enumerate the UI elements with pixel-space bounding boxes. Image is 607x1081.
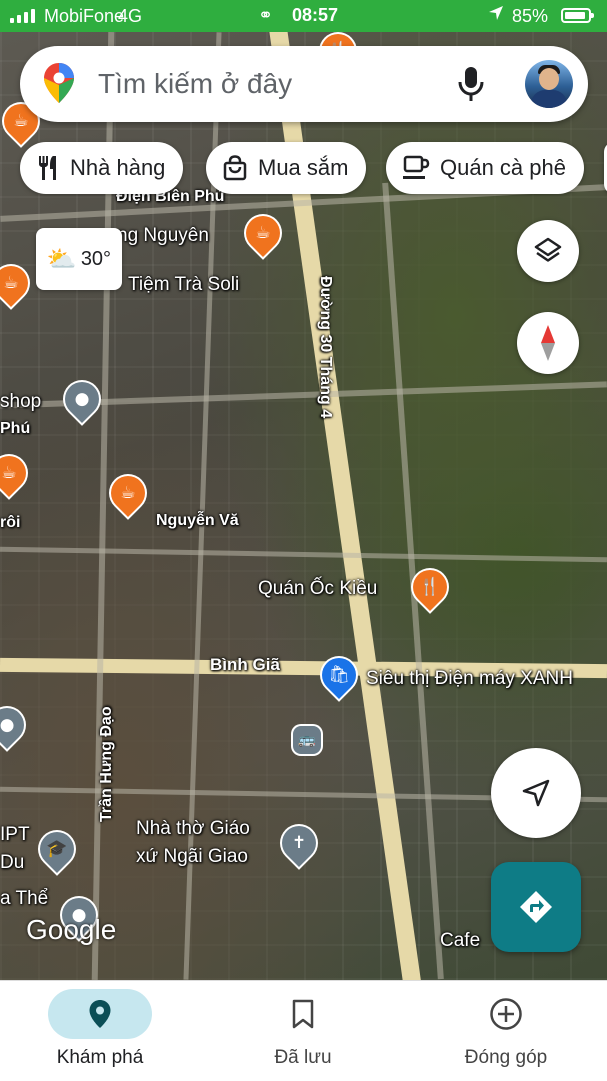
cafe-pin[interactable]: ☕ <box>238 208 288 258</box>
map-label: Siêu thị Điện máy XANH <box>366 668 573 689</box>
map-label: Trần Hưng Đạo <box>98 706 115 822</box>
map-label: xứ Ngãi Giao <box>136 846 248 867</box>
map-label: Du <box>0 852 25 873</box>
map-label: a Thể <box>0 888 49 909</box>
map-label: shop <box>0 391 42 412</box>
map-label: Cafe <box>440 930 481 951</box>
compass-button[interactable] <box>517 312 579 374</box>
avatar[interactable] <box>525 60 573 108</box>
map-label: rôi <box>0 514 21 531</box>
chip-label: Nhà hàng <box>70 155 166 180</box>
weather-widget[interactable]: ⛅ 30° <box>36 228 122 290</box>
directions-button[interactable] <box>491 862 581 952</box>
place-pin[interactable]: ● <box>0 700 32 750</box>
school-pin[interactable]: 🎓 <box>32 824 82 874</box>
navigation-arrow-icon <box>522 779 550 807</box>
cafe-pin[interactable]: ☕ <box>0 258 36 308</box>
map-label: IPT <box>0 824 30 845</box>
map-label: Phú <box>0 420 31 437</box>
map-label: Nhà thờ Giáo <box>136 818 250 839</box>
bus-stop-pin[interactable]: 🚌 <box>293 726 321 754</box>
chip-cafes[interactable]: Quán cà phê <box>386 142 584 194</box>
search-bar[interactable]: Tìm kiếm ở đây <box>20 46 588 122</box>
coffee-cup-icon <box>403 155 430 179</box>
battery-percent: 85% <box>512 6 549 26</box>
tab-saved[interactable]: Đã lưu <box>203 981 403 1081</box>
tab-label: Khám phá <box>56 1047 144 1068</box>
restaurant-pin[interactable]: 🍴 <box>405 562 455 612</box>
fork-knife-icon <box>39 156 56 180</box>
chip-label: Mua sắm <box>258 155 349 180</box>
layers-button[interactable] <box>517 220 579 282</box>
cellular-signal-icon <box>10 9 35 23</box>
map-label: Đường 30 Tháng 4 <box>317 276 334 419</box>
search-input[interactable]: Tìm kiếm ở đây <box>98 68 292 100</box>
link-icon: ⚭ <box>258 5 274 25</box>
road-minor <box>0 546 607 563</box>
clock: 08:57 <box>292 5 339 25</box>
tab-explore[interactable]: Khám phá <box>0 981 200 1081</box>
bottom-navigation: Khám phá Đã lưu Đóng góp <box>0 980 607 1081</box>
chip-restaurants[interactable]: Nhà hàng <box>20 142 184 194</box>
my-location-button[interactable] <box>491 748 581 838</box>
map-label: Nguyễn Vă <box>156 512 239 529</box>
add-circle-icon <box>454 989 558 1039</box>
network-type: 4G <box>118 6 143 26</box>
map-label: Quán Ốc Kiều <box>258 578 378 599</box>
partly-cloudy-icon: ⛅ <box>46 245 77 273</box>
bookmark-icon <box>251 989 355 1039</box>
church-pin[interactable]: ✝ <box>274 818 324 868</box>
place-pin[interactable]: ● <box>57 374 107 424</box>
map-label: Bình Giã <box>210 655 280 674</box>
tab-label: Đóng góp <box>464 1047 548 1068</box>
battery-icon <box>561 8 594 23</box>
map-label: Tiệm Trà Soli <box>128 274 240 295</box>
shopping-bag-icon <box>223 155 247 181</box>
location-pin-icon <box>48 989 152 1039</box>
google-logo: Google <box>26 914 117 945</box>
tab-contribute[interactable]: Đóng góp <box>406 981 606 1081</box>
cafe-pin[interactable]: ☕ <box>0 448 34 498</box>
cafe-pin[interactable]: ☕ <box>103 468 153 518</box>
maps-logo-icon <box>44 63 74 108</box>
layers-icon <box>534 237 562 262</box>
carrier-name: MobiFone <box>44 6 125 26</box>
temperature: 30° <box>80 247 112 270</box>
chip-shopping[interactable]: Mua sắm <box>206 142 367 194</box>
status-bar: MobiFone 4G ⚭ 08:57 85% <box>0 0 607 32</box>
shopping-pin[interactable]: 🛍 <box>314 650 364 700</box>
directions-icon <box>520 891 552 923</box>
location-services-icon <box>488 5 504 26</box>
map-label: ng Nguyên <box>117 225 209 246</box>
chip-label: Quán cà phê <box>440 155 566 180</box>
compass-icon <box>541 325 555 361</box>
tab-label: Đã lưu <box>274 1047 332 1068</box>
microphone-icon[interactable] <box>458 66 484 107</box>
